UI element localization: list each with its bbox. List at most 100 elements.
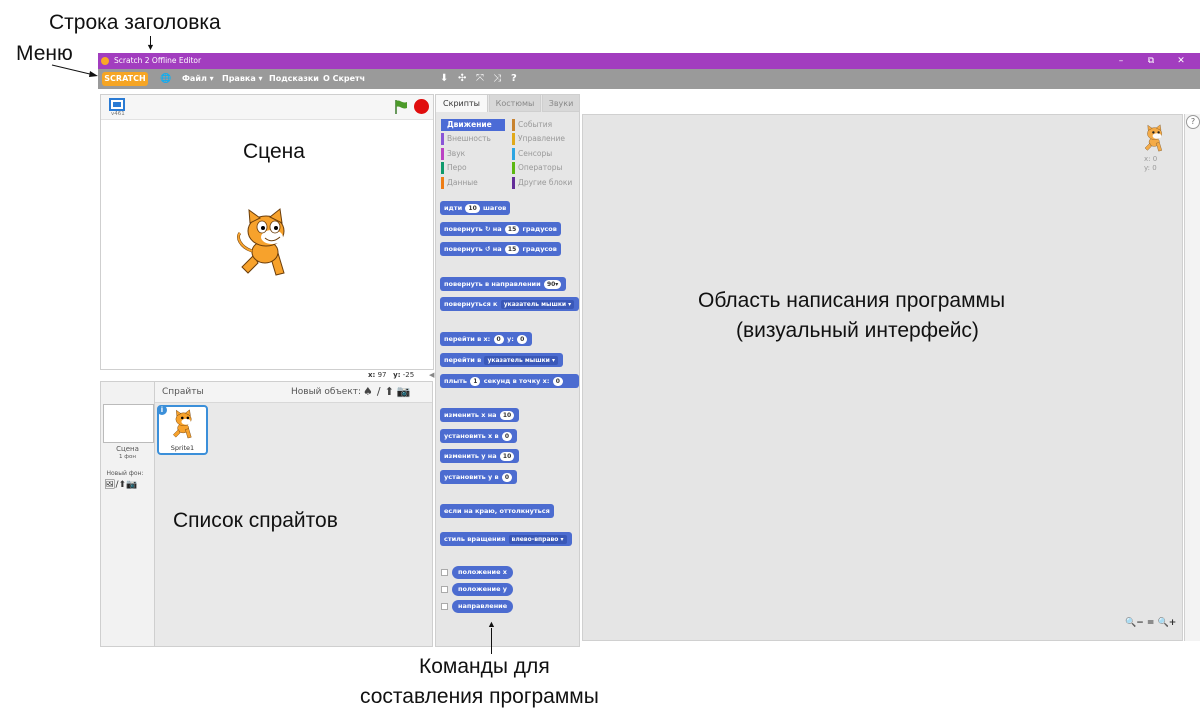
annotation-script-area-line1: Область написания программы bbox=[698, 289, 1006, 312]
block-turn-left-value[interactable]: 15 bbox=[504, 244, 520, 254]
block-goto-xy-y[interactable]: 0 bbox=[517, 334, 528, 344]
zoom-in-icon[interactable]: 🔍+ bbox=[1158, 618, 1177, 628]
block-point-towards[interactable]: повернуться к указатель мышки ▾ bbox=[440, 297, 579, 311]
block-set-x-value[interactable]: 0 bbox=[501, 431, 513, 441]
category-data[interactable]: Данные bbox=[441, 177, 478, 189]
delete-cut-icon[interactable]: ✣ bbox=[458, 69, 466, 89]
category-events[interactable]: События bbox=[512, 119, 552, 131]
choose-sprite-icon[interactable]: ♠ bbox=[363, 385, 373, 398]
category-more-blocks[interactable]: Другие блоки bbox=[512, 177, 572, 189]
category-control[interactable]: Управление bbox=[512, 133, 565, 145]
upload-sprite-icon[interactable]: ⬆ bbox=[385, 385, 394, 398]
block-turn-left[interactable]: повернуть ↺ на 15 градусов bbox=[440, 242, 561, 256]
block-point-to-dropdown[interactable]: указатель мышки ▾ bbox=[500, 299, 575, 309]
block-goto[interactable]: перейти в указатель мышки ▾ bbox=[440, 353, 563, 367]
block-change-x[interactable]: изменить х на 10 bbox=[440, 408, 520, 422]
block-rot-style-dropdown[interactable]: влево-вправо ▾ bbox=[508, 534, 567, 544]
tab-costumes[interactable]: Костюмы bbox=[489, 94, 541, 112]
block-change-x-value[interactable]: 10 bbox=[499, 410, 515, 420]
block-change-y[interactable]: изменить у на 10 bbox=[440, 449, 520, 463]
camera-sprite-icon[interactable]: 📷 bbox=[397, 385, 411, 398]
block-rot-style-text: стиль вращения bbox=[444, 535, 506, 543]
stop-icon[interactable] bbox=[414, 99, 429, 114]
category-sensing[interactable]: Сенсоры bbox=[512, 148, 552, 160]
close-button[interactable]: ✕ bbox=[1166, 53, 1196, 69]
block-turn-right-text-a: повернуть bbox=[444, 225, 483, 233]
reporter-x-position[interactable]: положение x bbox=[452, 566, 513, 579]
menu-file[interactable]: Файл ▾ bbox=[182, 69, 214, 89]
zoom-reset-icon[interactable]: = bbox=[1147, 618, 1155, 628]
category-sound[interactable]: Звук bbox=[441, 148, 465, 160]
category-motion-label: Движение bbox=[447, 120, 492, 129]
category-looks-label: Внешность bbox=[447, 134, 491, 143]
block-set-y[interactable]: установить у в 0 bbox=[440, 470, 518, 484]
checkbox-x-position[interactable] bbox=[441, 569, 448, 576]
minimize-button[interactable]: – bbox=[1106, 53, 1136, 69]
paint-sprite-icon[interactable]: / bbox=[377, 385, 381, 398]
tab-scripts[interactable]: Скрипты bbox=[435, 94, 488, 112]
new-object-label: Новый объект: bbox=[291, 387, 362, 397]
menu-about[interactable]: О Скретч bbox=[323, 69, 365, 89]
sprite-cat-icon bbox=[172, 409, 192, 439]
block-glide-secs[interactable]: 1 bbox=[470, 376, 481, 386]
scripts-area[interactable]: x: 0 y: 0 Область написания программы (в… bbox=[582, 114, 1183, 641]
stage-panel: v461 Сцена bbox=[100, 94, 434, 370]
block-goto-xy[interactable]: перейти в x: 0 y: 0 bbox=[440, 332, 533, 346]
menu-edit[interactable]: Правка ▾ bbox=[222, 69, 263, 89]
help-icon[interactable]: ? bbox=[1186, 115, 1200, 129]
tab-sounds[interactable]: Звуки bbox=[542, 94, 580, 112]
info-icon[interactable]: i bbox=[157, 405, 167, 415]
block-goto-dropdown[interactable]: указатель мышки ▾ bbox=[484, 355, 558, 365]
block-turn-right-value[interactable]: 15 bbox=[504, 224, 520, 234]
block-move-value[interactable]: 10 bbox=[465, 203, 480, 213]
cat-sprite[interactable] bbox=[232, 207, 302, 282]
new-backdrop-tools: 🖼/⬆📷 bbox=[104, 480, 137, 490]
reporter-direction[interactable]: направление bbox=[452, 600, 514, 613]
block-change-y-value[interactable]: 10 bbox=[499, 451, 515, 461]
block-point-to-text: повернуться к bbox=[444, 300, 498, 308]
duplicate-stamp-icon[interactable]: ⬇ bbox=[440, 69, 448, 89]
block-set-x[interactable]: установить х в 0 bbox=[440, 429, 518, 443]
restore-button[interactable]: ⧉ bbox=[1136, 53, 1166, 69]
green-flag-icon[interactable] bbox=[393, 99, 409, 115]
language-globe-icon[interactable]: 🌐 bbox=[160, 69, 171, 89]
block-glide[interactable]: плыть 1 секунд в точку x: 0 bbox=[440, 374, 579, 388]
block-turn-right[interactable]: повернуть ↻ на 15 градусов bbox=[440, 222, 561, 236]
upload-backdrop-icon[interactable]: ⬆ bbox=[118, 480, 126, 490]
block-bounce[interactable]: если на краю, оттолкнуться bbox=[440, 504, 554, 518]
reporter-y-position[interactable]: положение y bbox=[452, 583, 514, 596]
zoom-out-icon[interactable]: 🔍− bbox=[1125, 618, 1144, 628]
block-point-dir-value[interactable]: 90▾ bbox=[543, 279, 562, 289]
sprite-corner-cat-icon bbox=[1144, 124, 1163, 152]
block-point-direction[interactable]: повернуть в направлении 90▾ bbox=[440, 277, 567, 291]
block-set-y-value[interactable]: 0 bbox=[501, 472, 513, 482]
sprite-thumbnail[interactable]: i Sprite1 bbox=[157, 405, 208, 455]
block-goto-xy-x[interactable]: 0 bbox=[493, 334, 504, 344]
mouse-coordinates: x: 97 y: -25 bbox=[368, 371, 414, 379]
checkbox-direction[interactable] bbox=[441, 603, 448, 610]
shrink-icon[interactable]: ⤨ bbox=[493, 69, 501, 89]
mouse-y-label: y: bbox=[393, 371, 401, 379]
block-help-icon[interactable]: ? bbox=[511, 69, 517, 89]
collapse-stage-arrow-icon[interactable]: ◀ bbox=[429, 371, 434, 379]
category-motion[interactable]: Движение bbox=[441, 119, 505, 131]
block-set-x-text: установить х в bbox=[444, 432, 499, 440]
mouse-x-value: 97 bbox=[377, 371, 387, 379]
app-icon bbox=[101, 57, 109, 65]
category-pen[interactable]: Перо bbox=[441, 162, 467, 174]
menu-tips[interactable]: Подсказки bbox=[269, 69, 319, 89]
paint-backdrop-icon[interactable]: 🖼 bbox=[104, 480, 115, 490]
category-sound-color bbox=[441, 148, 444, 160]
scratch-logo[interactable]: SCRATCH bbox=[102, 72, 148, 86]
block-move-steps[interactable]: идти 10 шагов bbox=[440, 201, 511, 215]
block-glide-x[interactable]: 0 bbox=[552, 376, 563, 386]
fullscreen-icon[interactable] bbox=[109, 98, 125, 111]
camera-backdrop-icon[interactable]: 📷 bbox=[126, 480, 137, 490]
stage-thumbnail[interactable] bbox=[103, 404, 154, 443]
block-rotation-style[interactable]: стиль вращения влево-вправо ▾ bbox=[440, 532, 572, 546]
grow-icon[interactable]: ⤧ bbox=[476, 69, 484, 89]
checkbox-y-position[interactable] bbox=[441, 586, 448, 593]
category-looks[interactable]: Внешность bbox=[441, 133, 491, 145]
right-scroll-strip bbox=[1184, 114, 1200, 641]
category-operators[interactable]: Операторы bbox=[512, 162, 562, 174]
